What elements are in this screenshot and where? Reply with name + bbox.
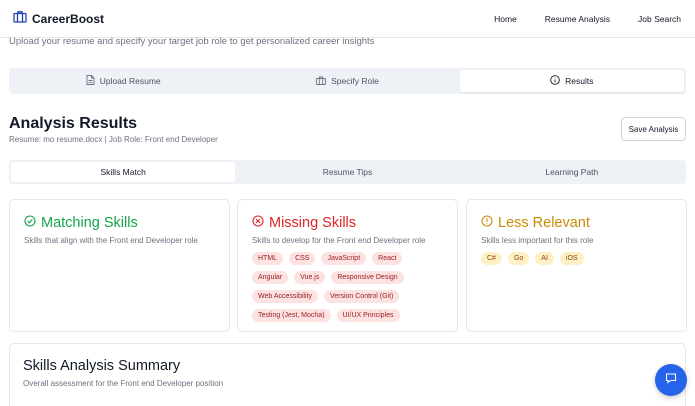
chat-button[interactable] [655, 364, 687, 396]
alert-circle-icon [481, 214, 493, 232]
skill-chip: C# [481, 252, 502, 265]
tab-skills-match[interactable]: Skills Match [11, 162, 236, 182]
skill-chip: AI [535, 252, 554, 265]
skill-chip: JavaScript [321, 252, 367, 265]
step-bar: Upload Resume Specify Role Results [9, 68, 686, 94]
nav-resume-analysis[interactable]: Resume Analysis [531, 14, 624, 24]
missing-skills-list: HTML CSS JavaScript React Angular Vue.js… [252, 252, 443, 322]
brand-name: CareerBoost [32, 12, 105, 26]
step-label: Specify Role [331, 76, 379, 86]
skill-chip: Testing (Jest, Mocha) [252, 309, 331, 322]
chat-icon [665, 371, 677, 389]
step-specify-role[interactable]: Specify Role [235, 70, 459, 92]
step-upload-resume[interactable]: Upload Resume [11, 70, 235, 92]
skill-chip: Angular [252, 271, 289, 284]
top-navbar: CareerBoost Home Resume Analysis Job Sea… [0, 0, 695, 38]
matching-skills-card: Matching Skills Skills that align with t… [9, 199, 230, 332]
briefcase-icon [13, 10, 27, 28]
missing-skills-title: Missing Skills [269, 215, 357, 231]
summary-title: Skills Analysis Summary [23, 358, 181, 374]
missing-skills-card: Missing Skills Skills to develop for the… [237, 199, 458, 332]
matching-skills-desc: Skills that align with the Front end Dev… [24, 236, 198, 245]
skill-chip: Web Accessibility [252, 290, 318, 303]
skill-chip: Vue.js [294, 271, 326, 284]
skill-chip: Version Control (Git) [323, 290, 400, 303]
check-circle-icon [24, 214, 36, 232]
results-tabs: Skills Match Resume Tips Learning Path [9, 160, 686, 184]
skill-chip: UI/UX Principles [336, 309, 400, 322]
less-relevant-title: Less Relevant [498, 215, 590, 231]
skill-chip: CSS [289, 252, 316, 265]
skill-chip: iOS [559, 252, 584, 265]
skill-chip: Go [507, 252, 530, 265]
page-title: Analysis Results [9, 115, 138, 132]
info-icon [550, 75, 560, 87]
skill-chip: React [372, 252, 403, 265]
step-results[interactable]: Results [459, 70, 684, 92]
tab-resume-tips[interactable]: Resume Tips [235, 162, 459, 182]
tab-learning-path[interactable]: Learning Path [460, 162, 684, 182]
less-relevant-list: C# Go AI iOS [481, 252, 672, 265]
skills-summary-card: Skills Analysis Summary Overall assessme… [9, 343, 686, 406]
less-relevant-desc: Skills less important for this role [481, 236, 594, 245]
less-relevant-card: Less Relevant Skills less important for … [466, 199, 687, 332]
briefcase-icon [316, 76, 327, 87]
step-label: Upload Resume [99, 76, 161, 86]
file-icon [86, 75, 95, 87]
skill-chip: HTML [252, 252, 284, 265]
missing-skills-desc: Skills to develop for the Front end Deve… [252, 236, 426, 245]
x-circle-icon [252, 214, 264, 232]
results-meta: Resume: mo resume.docx | Job Role: Front… [9, 135, 218, 144]
intro-text: Upload your resume and specify your targ… [9, 36, 375, 47]
nav-home[interactable]: Home [480, 14, 531, 24]
save-analysis-button[interactable]: Save Analysis [621, 117, 686, 141]
skill-chip: Responsive Design [331, 271, 404, 284]
matching-skills-title: Matching Skills [41, 215, 138, 231]
step-label: Results [565, 76, 594, 86]
summary-desc: Overall assessment for the Front end Dev… [23, 379, 224, 388]
nav-job-search[interactable]: Job Search [624, 14, 695, 24]
brand-logo[interactable]: CareerBoost [13, 10, 104, 28]
